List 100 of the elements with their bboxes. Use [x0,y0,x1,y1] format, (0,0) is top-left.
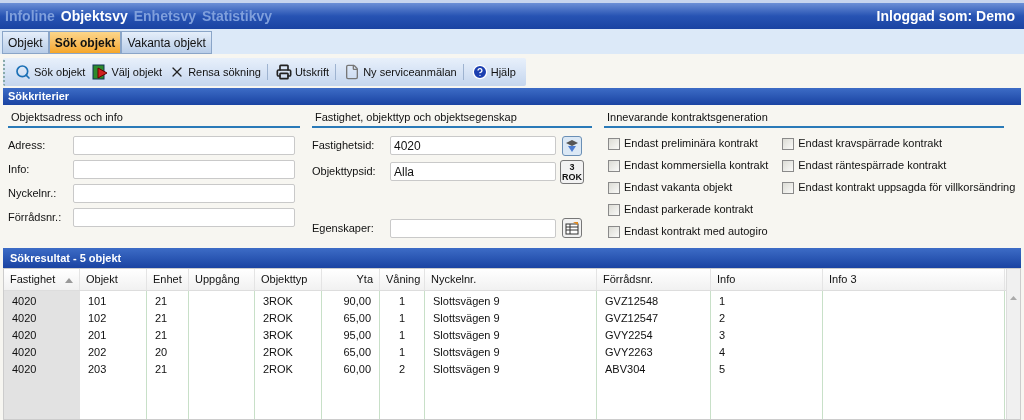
section-header: Sökresultat - 5 objekt [3,248,1021,268]
table-cell-text: Slottsvägen 9 [433,294,500,310]
column-header[interactable]: Info 3 [823,269,1005,290]
table-cell-text: 4020 [12,362,37,378]
scroll-up-icon[interactable] [1010,296,1017,300]
table-cell-text: 202 [88,345,107,361]
checkbox-label: Endast parkerade kontrakt [624,202,754,218]
table-cell-text: 21 [155,294,168,310]
checkbox[interactable] [608,225,620,238]
table-cell-text: 2ROK [263,311,293,327]
table-cell-text: 2 [719,311,726,327]
checkbox[interactable] [608,159,620,172]
document-icon [344,64,361,80]
column-header[interactable]: Fastighet [4,269,80,290]
table-cell-text: 1 [398,345,406,361]
table-cell-text: 2ROK [263,362,293,378]
table-cell-text: Slottsvägen 9 [433,345,500,361]
toolbar-button[interactable]: Ny serviceanmälan [342,63,459,81]
checkbox[interactable] [782,181,795,194]
toolbar-button[interactable]: Utskrift [273,63,332,81]
input-field[interactable] [73,183,295,203]
group-title: Innevarande kontraktsgeneration [607,111,768,123]
help-icon [471,64,488,80]
view-link[interactable]: Objektsvy [60,5,128,27]
checkbox[interactable] [782,137,795,150]
table-cell-text: 5 [719,362,726,378]
table-cell-text: 4020 [12,294,37,310]
field-label: Adress: [8,137,47,153]
login-status: Inloggad som: Demo [876,6,1015,26]
table-cell-text: 4020 [12,345,37,361]
checkbox[interactable] [608,203,620,216]
checkbox-label: Endast kravspärrade kontrakt [798,136,942,152]
table-cell-text: 90,00 [343,294,371,310]
input-field[interactable] [390,218,556,238]
table-cell-text: 4 [719,345,726,361]
table-cell-text: 3ROK [263,294,293,310]
table-cell-text: 21 [155,362,168,378]
table-cell-text: 2ROK [263,345,293,361]
column-header[interactable]: Våning [380,269,425,290]
column-header[interactable]: Nyckelnr. [425,269,597,290]
checkbox[interactable] [608,181,620,194]
input-field[interactable]: Alla [390,162,556,181]
list-picker-button[interactable] [562,218,582,238]
table-cell-text: 1 [398,311,406,327]
column-header[interactable]: Förrådsnr. [597,269,711,290]
table-cell-text: GVZ12548 [605,294,659,310]
column-header[interactable]: Info [711,269,823,290]
table-cell-text: 4020 [12,328,37,344]
column-header[interactable]: Objekt [80,269,147,290]
table-cell-text: 1 [398,328,406,344]
search-icon [15,64,31,80]
table-cell-text: 21 [155,328,168,344]
table-cell-text: 203 [88,362,107,378]
section-header: Sökkriterier [3,88,1021,105]
column-header[interactable]: Objekttyp [255,269,322,290]
table-cell-text: 21 [155,311,168,327]
toolbar-button[interactable]: Sök objekt [13,63,88,81]
field-label: Info: [8,161,31,177]
toolbar-button[interactable]: Rensa sökning [167,63,263,81]
checkbox-label: Endast kontrakt uppsagda för villkorsändring [798,180,1016,196]
tab[interactable]: Vakanta objekt [121,31,212,54]
toolbar-button[interactable]: Välj objekt [90,63,165,81]
column-header[interactable]: Enhet [147,269,189,290]
column-header[interactable]: Yta [322,269,380,290]
table-cell-text: ABV304 [605,362,646,378]
map-picker-button[interactable] [562,135,582,156]
tab[interactable]: Objekt [2,31,49,54]
table-cell-text: GVY2263 [605,345,653,361]
checkbox[interactable] [782,159,795,172]
checkbox-label: Endast preliminära kontrakt [624,136,758,152]
table-cell-text: Slottsvägen 9 [433,311,500,327]
table-cell-text: 65,00 [343,345,371,361]
table-cell-text: 201 [88,328,107,344]
table-cell-text: 65,00 [343,311,371,327]
column-header[interactable]: Uppgång [189,269,255,290]
scrollbar[interactable] [1006,269,1020,419]
toolbar-button[interactable]: Hjälp [469,63,518,81]
field-label: Förrådsnr.: [8,209,63,225]
table-icon [565,221,579,235]
input-field[interactable] [73,135,295,155]
table-cell-text: Slottsvägen 9 [433,362,500,378]
field-label: Nyckelnr.: [8,185,58,201]
checkbox[interactable] [608,137,620,150]
field-label: Objekttypsid: [312,164,377,180]
checkbox-label: Endast kommersiella kontrakt [624,158,769,174]
table-cell-text: 102 [88,311,107,327]
table-cell-text: 1 [398,294,406,310]
table-cell-text: 1 [719,294,726,310]
table-cell-text: Slottsvägen 9 [433,328,500,344]
input-field[interactable]: 4020 [390,136,556,155]
tab[interactable]: Sök objekt [48,31,122,54]
table-cell-text: 101 [88,294,107,310]
input-field[interactable] [73,159,295,179]
printer-icon [275,64,292,80]
field-label: Egenskaper: [312,220,375,236]
field-label: Fastighetsid: [312,138,376,154]
table-cell-text: 60,00 [343,362,371,378]
type-picker-button[interactable]: 3 ROK [560,159,584,184]
input-field[interactable] [73,207,295,227]
table-cell-text: 3 [719,328,726,344]
